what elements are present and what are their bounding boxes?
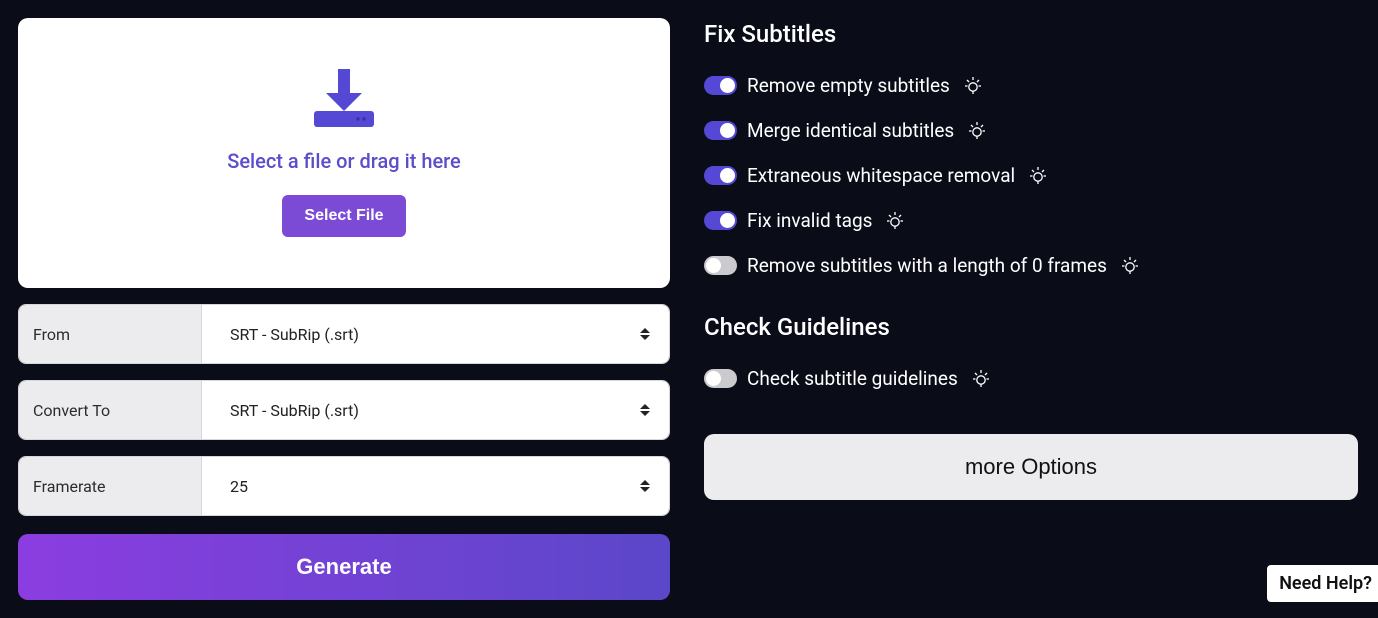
framerate-value: 25: [230, 477, 248, 496]
from-value: SRT - SubRip (.srt): [230, 325, 359, 344]
framerate-field: Framerate 25: [18, 456, 670, 516]
need-help-button[interactable]: Need Help?: [1267, 565, 1378, 602]
generate-button[interactable]: Generate: [18, 534, 670, 600]
hint-icon[interactable]: [966, 120, 988, 142]
chevron-sort-icon: [639, 328, 651, 340]
from-field: From SRT - SubRip (.srt): [18, 304, 670, 364]
framerate-select[interactable]: 25: [202, 457, 669, 515]
chevron-sort-icon: [639, 480, 651, 492]
from-label: From: [19, 305, 202, 363]
option-label: Check subtitle guidelines: [747, 367, 958, 390]
hint-icon[interactable]: [962, 75, 984, 97]
option-remove-empty: Remove empty subtitles: [704, 74, 1360, 97]
option-label: Merge identical subtitles: [747, 119, 954, 142]
option-label: Fix invalid tags: [747, 209, 872, 232]
convert-to-label: Convert To: [19, 381, 202, 439]
toggle-merge-identical[interactable]: [704, 121, 737, 140]
hint-icon[interactable]: [970, 368, 992, 390]
option-whitespace: Extraneous whitespace removal: [704, 164, 1360, 187]
toggle-check-guidelines[interactable]: [704, 369, 737, 388]
option-zero-frames: Remove subtitles with a length of 0 fram…: [704, 254, 1360, 277]
select-file-button[interactable]: Select File: [282, 195, 405, 237]
convert-to-value: SRT - SubRip (.srt): [230, 401, 359, 420]
option-check-guidelines: Check subtitle guidelines: [704, 367, 1360, 390]
convert-to-field: Convert To SRT - SubRip (.srt): [18, 380, 670, 440]
more-options-button[interactable]: more Options: [704, 434, 1358, 500]
option-label: Remove subtitles with a length of 0 fram…: [747, 254, 1107, 277]
convert-to-select[interactable]: SRT - SubRip (.srt): [202, 381, 669, 439]
hint-icon[interactable]: [1119, 255, 1141, 277]
from-select[interactable]: SRT - SubRip (.srt): [202, 305, 669, 363]
option-label: Remove empty subtitles: [747, 74, 950, 97]
option-fix-tags: Fix invalid tags: [704, 209, 1360, 232]
toggle-whitespace[interactable]: [704, 166, 737, 185]
check-guidelines-title: Check Guidelines: [704, 313, 1360, 341]
option-label: Extraneous whitespace removal: [747, 164, 1015, 187]
download-icon: [314, 69, 374, 127]
fix-subtitles-title: Fix Subtitles: [704, 20, 1360, 48]
toggle-zero-frames[interactable]: [704, 256, 737, 275]
upload-dropzone[interactable]: Select a file or drag it here Select Fil…: [18, 18, 670, 288]
upload-prompt: Select a file or drag it here: [227, 149, 461, 173]
framerate-label: Framerate: [19, 457, 202, 515]
toggle-remove-empty[interactable]: [704, 76, 737, 95]
hint-icon[interactable]: [884, 210, 906, 232]
toggle-fix-tags[interactable]: [704, 211, 737, 230]
option-merge-identical: Merge identical subtitles: [704, 119, 1360, 142]
chevron-sort-icon: [639, 404, 651, 416]
hint-icon[interactable]: [1027, 165, 1049, 187]
